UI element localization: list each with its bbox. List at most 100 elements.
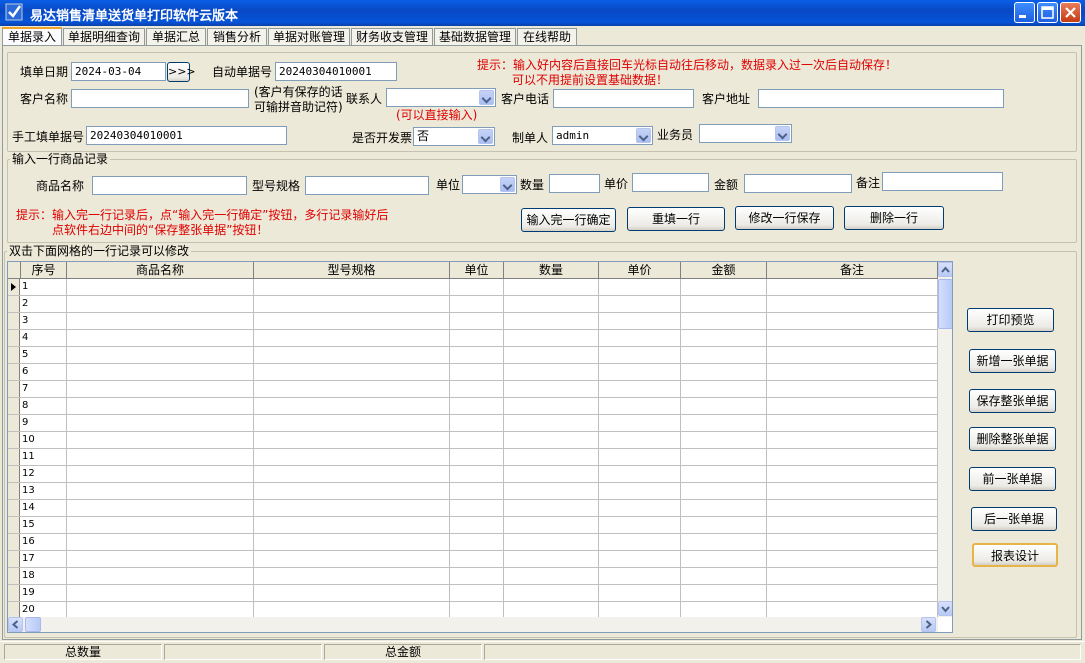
chevron-down-icon[interactable] (479, 90, 494, 105)
maximize-button[interactable] (1037, 2, 1058, 23)
items-grid[interactable]: 序号 商品名称 型号规格 单位 数量 单价 金额 备注 1 2 3 4 5 6 7 8 9 10 1… (7, 261, 953, 633)
table-cell[interactable] (599, 585, 681, 601)
col-header-index[interactable]: 序号 (21, 262, 67, 278)
scroll-up-button[interactable] (938, 262, 952, 277)
table-cell[interactable] (681, 517, 767, 533)
phone-field[interactable] (553, 89, 694, 108)
table-cell[interactable] (767, 432, 938, 448)
table-cell[interactable] (450, 296, 504, 312)
table-cell[interactable] (599, 551, 681, 567)
table-cell[interactable] (767, 466, 938, 482)
table-cell[interactable] (599, 398, 681, 414)
table-cell[interactable] (450, 279, 504, 295)
table-row[interactable]: 4 (8, 330, 938, 347)
save-document-button[interactable]: 保存整张单据 (969, 389, 1056, 413)
table-cell[interactable] (767, 449, 938, 465)
table-cell[interactable] (450, 568, 504, 584)
table-cell[interactable] (67, 296, 254, 312)
table-cell[interactable] (681, 432, 767, 448)
row-indicator[interactable] (8, 517, 20, 533)
table-row[interactable]: 11 (8, 449, 938, 466)
table-row[interactable]: 8 (8, 398, 938, 415)
table-cell[interactable] (599, 534, 681, 550)
table-cell[interactable] (450, 517, 504, 533)
report-design-button[interactable]: 报表设计 (972, 543, 1058, 567)
table-cell[interactable] (767, 364, 938, 380)
table-cell[interactable] (504, 398, 599, 414)
table-cell[interactable] (450, 585, 504, 601)
col-header-unit[interactable]: 单位 (450, 262, 504, 278)
chevron-down-icon[interactable] (636, 128, 651, 143)
date-field[interactable]: 2024-03-04 (71, 62, 166, 81)
col-header-spec[interactable]: 型号规格 (254, 262, 450, 278)
table-cell[interactable] (599, 449, 681, 465)
table-cell[interactable] (254, 381, 450, 397)
table-cell[interactable] (681, 551, 767, 567)
table-cell[interactable] (681, 347, 767, 363)
table-cell[interactable]: 10 (21, 432, 67, 448)
table-cell[interactable] (254, 296, 450, 312)
table-cell[interactable] (599, 517, 681, 533)
row-indicator[interactable] (8, 330, 20, 346)
table-cell[interactable] (681, 568, 767, 584)
contact-combo[interactable] (386, 88, 496, 107)
row-indicator[interactable] (8, 449, 20, 465)
chevron-down-icon[interactable] (775, 126, 790, 141)
table-cell[interactable] (67, 466, 254, 482)
table-cell[interactable] (254, 483, 450, 499)
col-header-name[interactable]: 商品名称 (67, 262, 254, 278)
table-cell[interactable] (254, 432, 450, 448)
table-row[interactable]: 5 (8, 347, 938, 364)
table-cell[interactable] (67, 500, 254, 516)
table-cell[interactable] (767, 534, 938, 550)
table-cell[interactable] (67, 517, 254, 533)
table-cell[interactable]: 17 (21, 551, 67, 567)
table-cell[interactable] (681, 500, 767, 516)
table-cell[interactable] (254, 398, 450, 414)
row-indicator[interactable] (8, 347, 20, 363)
table-cell[interactable] (767, 551, 938, 567)
table-row[interactable]: 19 (8, 585, 938, 602)
table-cell[interactable] (450, 432, 504, 448)
table-row[interactable]: 16 (8, 534, 938, 551)
manual-no-field[interactable]: 20240304010001 (86, 126, 287, 145)
table-cell[interactable] (67, 449, 254, 465)
table-cell[interactable] (767, 347, 938, 363)
table-cell[interactable] (254, 415, 450, 431)
row-indicator[interactable] (8, 466, 20, 482)
table-cell[interactable] (450, 449, 504, 465)
table-cell[interactable] (254, 466, 450, 482)
table-cell[interactable] (767, 296, 938, 312)
table-cell[interactable]: 5 (21, 347, 67, 363)
row-indicator[interactable] (8, 279, 20, 295)
table-cell[interactable] (254, 279, 450, 295)
chevron-down-icon[interactable] (500, 177, 515, 192)
new-document-button[interactable]: 新增一张单据 (969, 349, 1056, 373)
table-cell[interactable] (254, 313, 450, 329)
table-cell[interactable]: 1 (21, 279, 67, 295)
scroll-right-button[interactable] (921, 617, 936, 632)
table-row[interactable]: 2 (8, 296, 938, 313)
table-cell[interactable]: 8 (21, 398, 67, 414)
item-note-field[interactable] (882, 172, 1003, 191)
table-cell[interactable] (599, 466, 681, 482)
table-cell[interactable] (599, 313, 681, 329)
table-cell[interactable] (681, 364, 767, 380)
table-cell[interactable] (254, 551, 450, 567)
table-cell[interactable]: 4 (21, 330, 67, 346)
table-cell[interactable] (767, 381, 938, 397)
table-cell[interactable] (681, 398, 767, 414)
table-cell[interactable] (254, 364, 450, 380)
delete-row-button[interactable]: 删除一行 (844, 206, 944, 230)
table-cell[interactable] (504, 449, 599, 465)
table-row[interactable]: 13 (8, 483, 938, 500)
table-cell[interactable] (504, 364, 599, 380)
table-cell[interactable] (67, 483, 254, 499)
table-cell[interactable] (504, 551, 599, 567)
table-cell[interactable] (681, 483, 767, 499)
tab-entry[interactable]: 单据录入 (2, 27, 62, 46)
tab-help[interactable]: 在线帮助 (517, 28, 577, 45)
item-qty-field[interactable] (549, 174, 600, 193)
table-cell[interactable] (767, 415, 938, 431)
confirm-row-button[interactable]: 输入完一行确定 (521, 208, 616, 232)
